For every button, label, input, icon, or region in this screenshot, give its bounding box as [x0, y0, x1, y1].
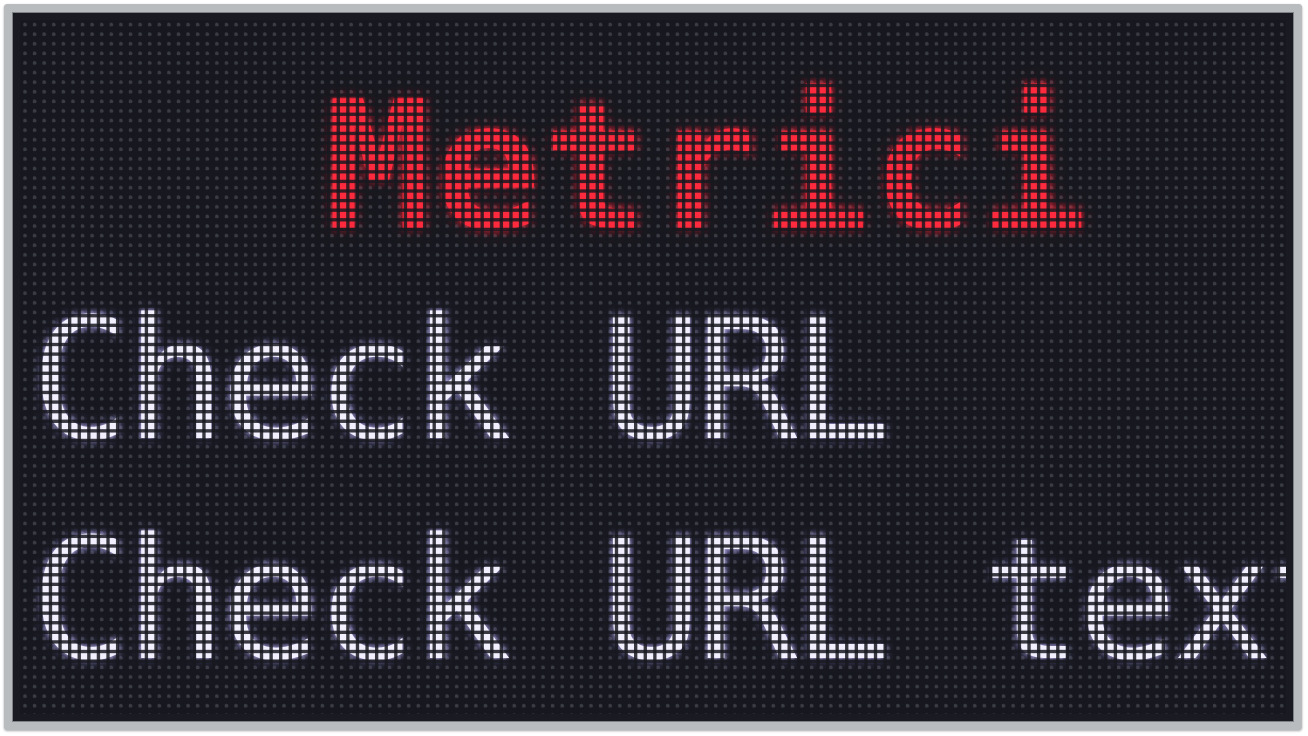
- led-matrix-panel: Metrici Check URL Check URL text: [20, 20, 1286, 714]
- sign-line-2: Check URL text: [30, 502, 1286, 698]
- sign-title: Metrici: [325, 63, 1090, 270]
- led-sign-frame: Metrici Check URL Check URL text: [4, 4, 1302, 730]
- sign-line-1: Check URL: [30, 282, 892, 478]
